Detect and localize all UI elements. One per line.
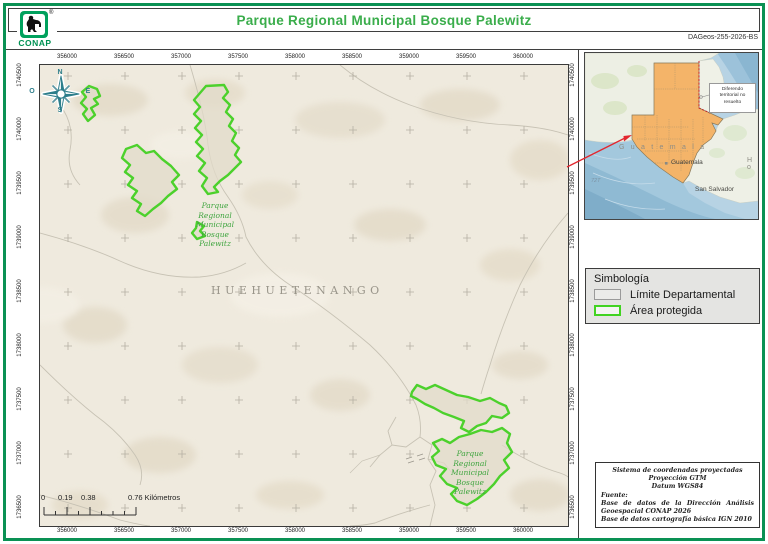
datum: Datum WGS84 [601, 483, 754, 491]
cliff-marks [406, 454, 425, 463]
y-tick-right: 1740500 [569, 55, 577, 95]
inset-locator-map: G u a t e m a l a Guatemala San Salvador… [584, 52, 759, 220]
inset-corner-label: 72T [591, 178, 600, 184]
x-tick-bottom: 356000 [47, 527, 87, 535]
source-1: Base de datos de la Dirección Análisis G… [601, 500, 754, 516]
x-tick-top: 359000 [389, 53, 429, 61]
compass-s-label: S [52, 107, 68, 114]
page-title: Parque Regional Municipal Bosque Palewit… [236, 13, 531, 28]
registered-mark: ® [49, 10, 53, 16]
x-tick-bottom: 356500 [104, 527, 144, 535]
x-tick-bottom: 357000 [161, 527, 201, 535]
inset-san-salvador-label: San Salvador [695, 186, 734, 193]
x-tick-bottom: 357500 [218, 527, 258, 535]
y-tick-right: 1737500 [569, 379, 577, 419]
horizontal-divider [5, 49, 763, 50]
legend-item-limite: Límite Departamental [594, 288, 735, 301]
y-tick-left: 1739000 [16, 217, 24, 257]
jaguar-icon [23, 14, 45, 35]
y-tick-right: 1739500 [569, 163, 577, 203]
park-label-nw: Parque Regional Municipal Bosque Palewit… [175, 201, 255, 249]
y-tick-left: 1738000 [16, 325, 24, 365]
title-bar: Parque Regional Municipal Bosque Palewit… [8, 8, 760, 32]
x-tick-top: 357000 [161, 53, 201, 61]
y-tick-right: 1740000 [569, 109, 577, 149]
city-marker [665, 162, 668, 165]
compass-e-label: E [80, 88, 96, 95]
x-tick-top: 358000 [275, 53, 315, 61]
y-tick-left: 1736500 [16, 487, 24, 527]
x-tick-top: 356000 [47, 53, 87, 61]
y-tick-left: 1737000 [16, 433, 24, 473]
y-tick-right: 1739000 [569, 217, 577, 257]
document-id: DAGeos-255-2026-BS [688, 34, 758, 41]
conap-logo-text: CONAP [17, 38, 53, 48]
conap-logo: ® CONAP [17, 10, 57, 48]
conap-logo-box [20, 11, 48, 38]
projection: Proyección GTM [601, 475, 754, 483]
x-tick-bottom: 358500 [332, 527, 372, 535]
x-tick-bottom: 360000 [503, 527, 543, 535]
compass-n-label: N [52, 69, 68, 76]
y-tick-right: 1737000 [569, 433, 577, 473]
legend: Simbología Límite Departamental Área pro… [585, 268, 760, 324]
map-document-page: Parque Regional Municipal Bosque Palewit… [0, 0, 768, 544]
x-tick-bottom: 358000 [275, 527, 315, 535]
y-tick-left: 1740500 [16, 55, 24, 95]
x-tick-top: 357500 [218, 53, 258, 61]
x-tick-top: 360000 [503, 53, 543, 61]
y-tick-right: 1736500 [569, 487, 577, 527]
limite-swatch-icon [594, 289, 621, 300]
scalebar: 0 0.19 0.38 0.76 Kilómetros [40, 491, 220, 519]
y-tick-left: 1738500 [16, 271, 24, 311]
credits-box: Sistema de coordenadas proyectadas Proye… [595, 462, 760, 528]
fuente-label: Fuente: [601, 492, 754, 500]
scalebar-ruler [40, 491, 220, 519]
park-label-se: Parque Regional Municipal Bosque Palewit… [430, 449, 510, 497]
y-tick-right: 1738500 [569, 271, 577, 311]
inset-country-label: G u a t e m a l a [619, 144, 706, 151]
y-tick-left: 1739500 [16, 163, 24, 203]
coord-system: Sistema de coordenadas proyectadas [601, 467, 754, 475]
legend-item-area: Área protegida [594, 304, 702, 317]
y-tick-right: 1738000 [569, 325, 577, 365]
x-tick-bottom: 359000 [389, 527, 429, 535]
legend-title: Simbología [594, 273, 649, 285]
source-2: Base de datos cartografía básica IGN 201… [601, 516, 754, 524]
diferendo-note: Diferendo territorial no resuelto [709, 83, 756, 113]
x-tick-bottom: 359500 [446, 527, 486, 535]
y-tick-left: 1737500 [16, 379, 24, 419]
x-tick-top: 359500 [446, 53, 486, 61]
area-protegida-swatch-icon [594, 305, 621, 316]
x-tick-top: 358500 [332, 53, 372, 61]
compass-o-label: O [24, 88, 40, 95]
inset-honduras-label: H o [747, 157, 758, 171]
x-tick-top: 356500 [104, 53, 144, 61]
inset-map-graphic [585, 53, 758, 219]
vertical-divider [578, 49, 579, 538]
inset-city-label: Guatemala [671, 159, 703, 166]
department-label: HUEHUETENANGO [211, 284, 379, 297]
y-tick-left: 1740000 [16, 109, 24, 149]
